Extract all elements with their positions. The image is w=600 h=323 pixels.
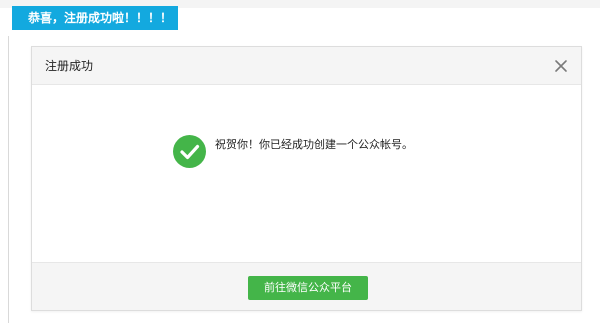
dialog-body: 祝贺你！你已经成功创建一个公众帐号。 [32, 85, 581, 262]
dialog-title: 注册成功 [45, 59, 94, 73]
page-edge-divider [8, 36, 9, 323]
success-banner: 恭喜，注册成功啦！！！！ [12, 6, 178, 30]
registration-success-dialog: 注册成功 祝贺你！你已经成功创建一个公众帐号。 前往微信公众平台 [31, 46, 582, 311]
dialog-footer: 前往微信公众平台 [32, 262, 581, 310]
go-to-platform-button[interactable]: 前往微信公众平台 [248, 276, 368, 300]
success-message: 祝贺你！你已经成功创建一个公众帐号。 [215, 138, 413, 151]
close-icon[interactable] [552, 57, 570, 75]
check-circle-icon [173, 135, 206, 168]
dialog-header: 注册成功 [32, 47, 581, 85]
